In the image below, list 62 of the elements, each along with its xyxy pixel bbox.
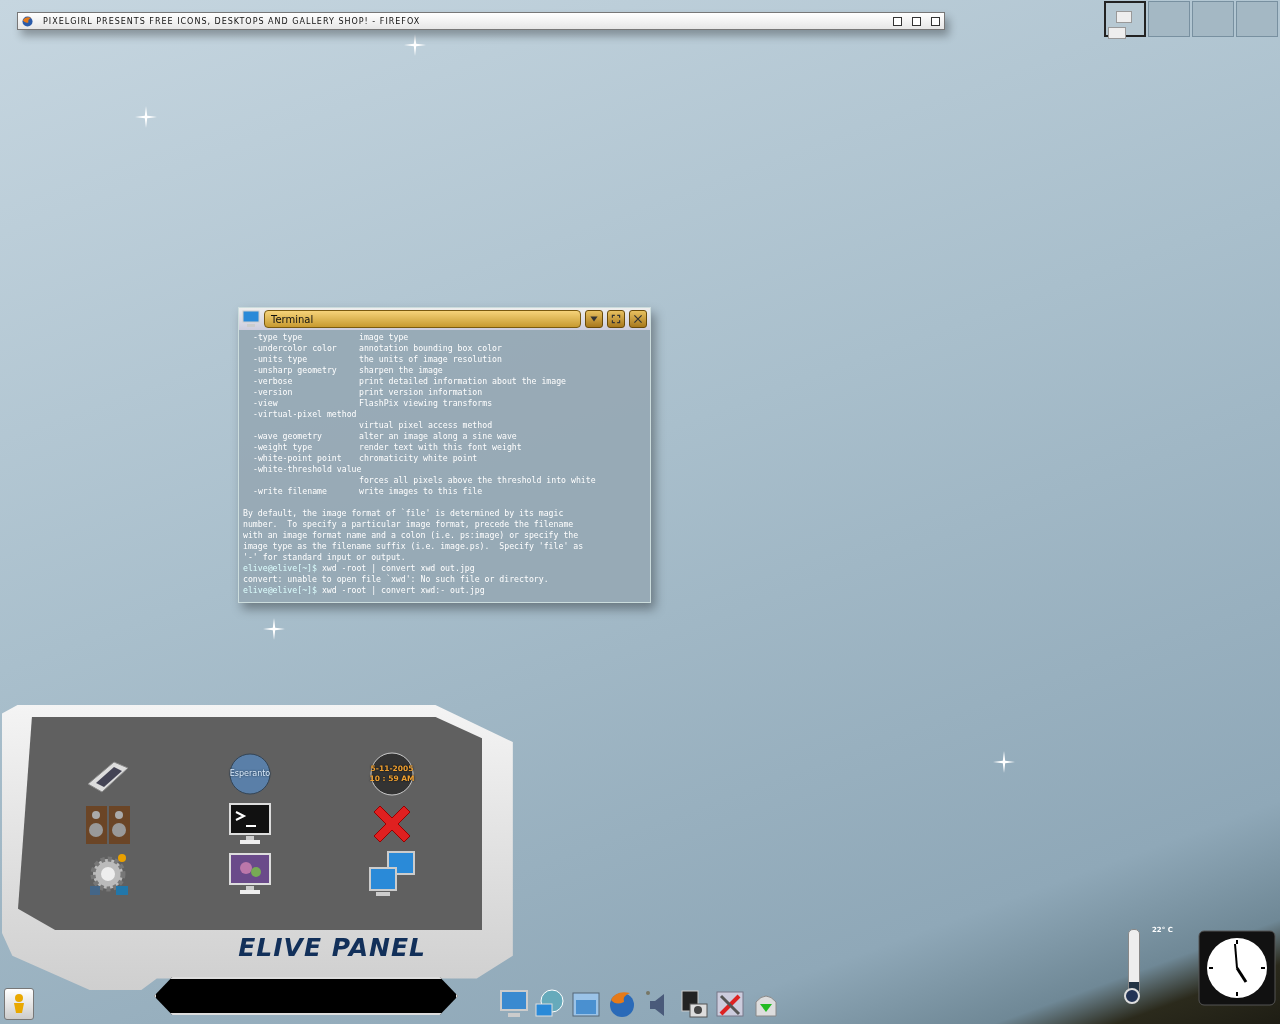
analog-clock-icon bbox=[1198, 930, 1276, 1006]
shell-prompt: elive@elive[~]$ bbox=[243, 585, 317, 596]
minimize-button[interactable] bbox=[893, 16, 902, 26]
option-description: print version information bbox=[359, 387, 483, 398]
option-description: virtual pixel access method bbox=[359, 420, 493, 431]
option-description: image type bbox=[359, 332, 409, 343]
option-name: -version bbox=[253, 387, 293, 397]
close-icon bbox=[632, 313, 644, 325]
option-description: annotation bounding box color bbox=[359, 343, 502, 354]
workspace-thumbnail[interactable] bbox=[1148, 1, 1190, 37]
option-description: print detailed information about the image bbox=[359, 376, 567, 387]
option-description: sharpen the image bbox=[359, 365, 443, 376]
globe-monitor-icon[interactable] bbox=[534, 988, 566, 1020]
terminal-output: with an image format name and a colon (i.e. ps:image) or specify the bbox=[243, 530, 579, 541]
option-description: forces all pixels above the threshold into white bbox=[359, 475, 596, 486]
terminal-output: convert: unable to open file `xwd': No such file or directory. bbox=[243, 574, 549, 585]
terminal-output: By default, the image format of `file' is determined by its magic bbox=[243, 508, 564, 519]
close-button[interactable] bbox=[931, 16, 940, 26]
option-description: chromaticity white point bbox=[359, 453, 478, 464]
camera-icon[interactable] bbox=[678, 988, 710, 1020]
panel-title: ELIVE PANEL bbox=[238, 933, 426, 962]
option-name: -type type bbox=[253, 332, 303, 342]
tools-icon[interactable] bbox=[714, 988, 746, 1020]
option-name: -wave geometry bbox=[253, 431, 322, 441]
browser-title-bar[interactable]: PIXELGIRL PRESENTS FREE ICONS, DESKTOPS AND GALLERY SHOP! - FIREFOX bbox=[17, 12, 945, 30]
option-name: -weight type bbox=[253, 442, 313, 452]
start-button[interactable] bbox=[4, 988, 34, 1020]
maximize-button[interactable] bbox=[607, 310, 625, 328]
close-button[interactable] bbox=[629, 310, 647, 328]
terminal-output: number. To specify a particular image format, precede the filename bbox=[243, 519, 574, 530]
terminal-output: '-' for standard input or output. bbox=[243, 552, 406, 563]
option-description: write images to this file bbox=[359, 486, 483, 497]
expand-icon bbox=[610, 313, 622, 325]
menu-button[interactable] bbox=[585, 310, 603, 328]
maximize-button[interactable] bbox=[912, 16, 921, 26]
option-name: -virtual-pixel method bbox=[253, 409, 357, 419]
option-name: -view bbox=[253, 398, 278, 408]
option-description: the units of image resolution bbox=[359, 354, 502, 365]
window-title: PIXELGIRL PRESENTS FREE ICONS, DESKTOPS AND GALLERY SHOP! - FIREFOX bbox=[43, 16, 422, 26]
window-title: Terminal bbox=[264, 310, 581, 328]
option-description: render text with this font weight bbox=[359, 442, 522, 453]
option-name: -verbose bbox=[253, 376, 293, 386]
shell-prompt: elive@elive[~]$ bbox=[243, 563, 317, 574]
monitor-icon[interactable] bbox=[242, 310, 260, 328]
workspace-thumbnail[interactable] bbox=[1192, 1, 1234, 37]
shell-command: xwd -root | convert xwd:- out.jpg bbox=[321, 585, 485, 596]
network-monitors-icon[interactable] bbox=[368, 849, 416, 898]
workspace-thumbnail[interactable] bbox=[1104, 1, 1146, 37]
option-name: -white-point point bbox=[253, 453, 342, 463]
browser-globe-icon bbox=[22, 15, 33, 27]
thermometer-bulb bbox=[1124, 988, 1140, 1004]
shell-command: xwd -root | convert xwd out.jpg bbox=[321, 563, 475, 574]
workspace-thumbnail[interactable] bbox=[1236, 1, 1278, 37]
terminal-output: image type as the filename suffix (i.e. image.ps). Specify 'file' as bbox=[243, 541, 584, 552]
option-name: -unsharp geometry bbox=[253, 365, 337, 375]
option-name: -white-threshold value bbox=[253, 464, 362, 474]
person-icon bbox=[11, 993, 27, 1015]
option-description: FlashPix viewing transforms bbox=[359, 398, 493, 409]
option-name: -units type bbox=[253, 354, 308, 364]
option-description: alter an image along a sine wave bbox=[359, 431, 517, 442]
option-name: -write filename bbox=[253, 486, 327, 496]
option-name: -undercolor color bbox=[253, 343, 337, 353]
